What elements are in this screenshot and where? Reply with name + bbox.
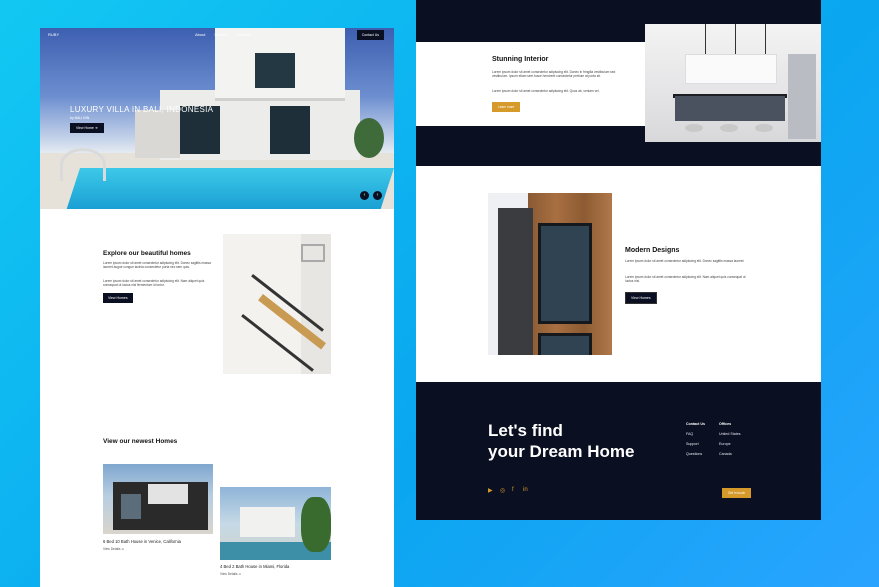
bar-stool: [755, 124, 773, 132]
explore-text-1: Lorem ipsum dolor sit amet consectetur a…: [103, 261, 211, 269]
interior-text-2: Lorem ipsum dolor sit amet consectetur a…: [492, 89, 600, 93]
newest-homes-title: View our newest Homes: [103, 438, 178, 445]
pendant-lamp: [735, 24, 736, 56]
footer-link-questions[interactable]: Questions: [686, 452, 702, 456]
modern-title: Modern Designs: [625, 247, 680, 254]
get-in-touch-button[interactable]: Get in touch: [722, 488, 752, 498]
home-photo-venice[interactable]: [103, 464, 213, 534]
site-logo[interactable]: RUBY: [48, 32, 59, 37]
bar-stool: [720, 124, 738, 132]
modern-text-1: Lorem ipsum dolor sit amet consectetur a…: [625, 259, 745, 263]
modern-section: [416, 166, 821, 382]
nav-link-portfolio[interactable]: Portfolio: [236, 32, 251, 37]
view-homes-button-modern[interactable]: View Homes: [625, 292, 657, 304]
house-tree: [301, 497, 331, 552]
view-details-link-miami[interactable]: View Details ➜: [220, 572, 241, 576]
hero-pool: [66, 168, 394, 209]
interior-panel: [416, 42, 645, 126]
kitchen-cabinets: [685, 54, 777, 84]
view-details-label: View Details: [103, 547, 121, 551]
homepage-left: RUBY About Homes Portfolio Contact Us LU…: [40, 28, 394, 587]
explore-title: Explore our beautiful homes: [103, 250, 191, 257]
footer-headline-line2: your Dream Home: [488, 442, 635, 461]
interior-title: Stunning Interior: [492, 56, 549, 63]
view-details-label: View Details: [220, 572, 238, 576]
linkedin-icon[interactable]: in: [523, 487, 528, 493]
home-caption-venice: 6 Bed 10 Bath House in Venice, Californi…: [103, 539, 181, 544]
interior-text-1: Lorem ipsum dolor sit amet consectetur a…: [492, 70, 616, 78]
kitchen-photo: [645, 24, 821, 142]
offices-column-head: Offices: [719, 422, 732, 426]
hero-subtitle: by BALI INN: [70, 116, 90, 120]
villa-side-wing: [135, 110, 180, 158]
footer-link-support[interactable]: Support: [686, 442, 699, 446]
nav-links: About Homes Portfolio: [195, 32, 251, 37]
contact-column-head: Contact Us: [686, 422, 705, 426]
explore-text-2: Lorem ipsum dolor sit amet consectetur a…: [103, 279, 205, 287]
house-upper: [148, 484, 188, 504]
footer-link-united-states[interactable]: United States: [719, 432, 741, 436]
pendant-lamp: [705, 24, 706, 56]
fridge: [788, 54, 816, 139]
footer-link-faq[interactable]: FAQ: [686, 432, 693, 436]
footer-headline: Let's find your Dream Home: [488, 420, 634, 462]
arrow-left-icon[interactable]: ‹: [360, 191, 369, 200]
home-caption-miami: 4 Bed 2 Bath House in Miami, Florida: [220, 564, 290, 569]
view-homes-button[interactable]: View Homes: [103, 293, 133, 303]
house-body: [240, 507, 295, 537]
view-home-label: View Home: [76, 126, 94, 130]
view-details-link-venice[interactable]: View Details ➜: [103, 547, 124, 551]
facade-dark-panel: [498, 208, 533, 355]
contact-us-button[interactable]: Contact Us: [356, 30, 384, 40]
kitchen-island: [675, 96, 785, 121]
facade-window: [538, 333, 592, 355]
wall-frame: [301, 244, 325, 262]
nav-link-homes[interactable]: Homes: [214, 32, 227, 37]
lounge-chair: [60, 148, 106, 181]
facade-window: [538, 223, 592, 324]
pendant-lamp: [765, 24, 766, 56]
hero-title: LUXURY VILLA IN BALI, INDONESIA: [70, 105, 214, 114]
villa-window: [255, 53, 295, 88]
top-nav: RUBY About Homes Portfolio Contact Us: [40, 28, 394, 42]
footer-headline-line1: Let's find: [488, 421, 563, 440]
footer-link-europe[interactable]: Europe: [719, 442, 731, 446]
hero-banner: RUBY About Homes Portfolio Contact Us LU…: [40, 28, 394, 209]
facebook-icon[interactable]: f: [512, 487, 514, 493]
learn-more-button[interactable]: Learn more: [492, 102, 521, 112]
house-window: [121, 494, 141, 519]
bar-stool: [685, 124, 703, 132]
facade-photo: [488, 193, 612, 355]
staircase-photo: [223, 234, 331, 374]
instagram-icon[interactable]: ◎: [500, 487, 505, 494]
homepage-right: Stunning Interior Lorem ipsum dolor sit …: [416, 0, 821, 520]
arrow-right-icon[interactable]: ›: [373, 191, 382, 200]
modern-text-2: Lorem ipsum dolor sit amet consectetur a…: [625, 275, 746, 283]
palm-tree: [354, 118, 384, 158]
nav-link-about[interactable]: About: [195, 32, 205, 37]
villa-window: [270, 106, 310, 154]
youtube-icon[interactable]: ▶: [488, 487, 493, 494]
home-photo-miami[interactable]: [220, 487, 331, 560]
view-home-button[interactable]: View Home ➜: [70, 123, 104, 133]
footer-link-canada[interactable]: Canada: [719, 452, 732, 456]
